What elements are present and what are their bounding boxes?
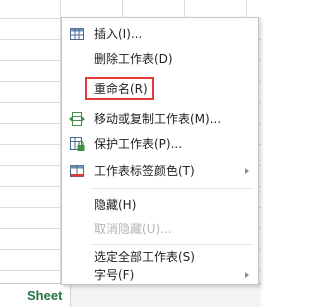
submenu-arrow-icon: [245, 168, 249, 174]
menu-item-font-size-label: 字号(F): [94, 268, 135, 282]
insert-table-icon: [68, 25, 86, 43]
menu-item-insert-label: 插入(I)...: [94, 27, 143, 41]
menu-item-tab-color[interactable]: 工作表标签颜色(T): [62, 159, 258, 184]
sheet-tab[interactable]: Sheet: [0, 284, 71, 307]
menu-item-delete-sheet[interactable]: 删除工作表(D): [62, 47, 258, 72]
menu-item-tab-color-label: 工作表标签颜色(T): [94, 164, 195, 178]
tab-color-icon: [68, 162, 86, 180]
menu-item-move-copy[interactable]: 移动或复制工作表(M)...: [62, 107, 258, 132]
submenu-arrow-icon: [245, 272, 249, 278]
protect-sheet-icon: [68, 135, 86, 153]
menu-separator: [92, 188, 252, 189]
menu-item-hide[interactable]: 隐藏(H): [62, 193, 258, 218]
sheet-context-menu: 插入(I)... 删除工作表(D) 重命名(R) 移动或复制工作表(M)...: [61, 17, 259, 285]
rename-highlight-box: [85, 77, 154, 100]
menu-item-protect-sheet[interactable]: 保护工作表(P)...: [62, 132, 258, 157]
menu-item-hide-label: 隐藏(H): [94, 198, 137, 212]
move-copy-sheet-icon: [68, 110, 86, 128]
sheet-tab-label: Sheet: [27, 288, 63, 303]
menu-item-unhide: 取消隐藏(U)...: [62, 217, 258, 242]
menu-item-insert[interactable]: 插入(I)...: [62, 22, 258, 47]
menu-item-move-copy-label: 移动或复制工作表(M)...: [94, 112, 222, 126]
menu-item-delete-sheet-label: 删除工作表(D): [94, 52, 173, 66]
menu-item-font-size[interactable]: 字号(F): [62, 263, 258, 288]
menu-item-unhide-label: 取消隐藏(U)...: [94, 222, 172, 236]
menu-item-protect-sheet-label: 保护工作表(P)...: [94, 137, 183, 151]
